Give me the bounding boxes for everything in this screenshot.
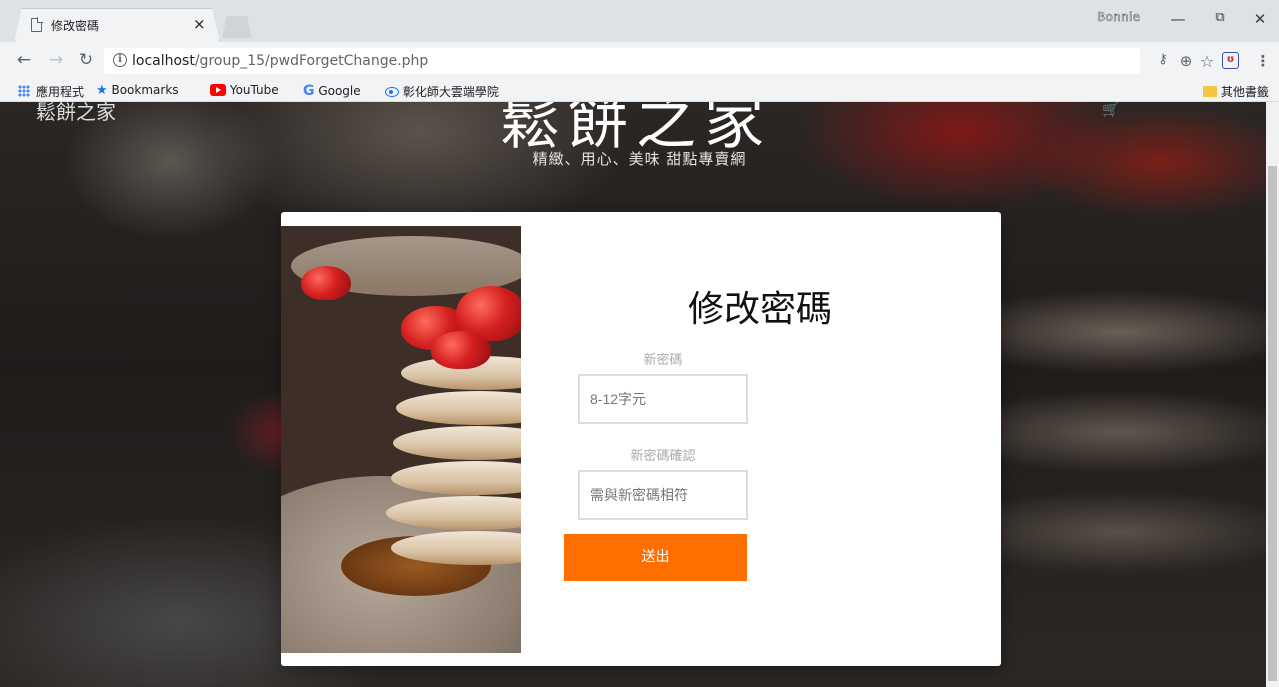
confirm-password-label: 新密碼確認 [630, 449, 696, 464]
bookmarks-bar: 應用程式 ★ Bookmarks YouTube G Google 彰化師大雲端… [0, 80, 1279, 102]
star-icon[interactable]: ☆ [1196, 52, 1218, 71]
bookmark-ncue[interactable]: 彰化師大雲端學院 [385, 83, 499, 100]
browser-tab[interactable]: 修改密碼 × [14, 8, 220, 42]
forward-icon[interactable]: → [46, 50, 66, 70]
key-icon[interactable]: ⚷ [1152, 52, 1174, 67]
zoom-icon[interactable]: ⊕ [1175, 52, 1197, 70]
back-icon[interactable]: ← [14, 50, 34, 70]
profile-name[interactable]: Bonnie [1097, 10, 1141, 25]
new-tab-button[interactable] [222, 16, 252, 38]
bookmark-label: 其他書籤 [1220, 85, 1269, 99]
document-icon [31, 17, 43, 32]
tab-strip: 修改密碼 × Bonnie — ⧉ ✕ [0, 0, 1279, 42]
restore-icon[interactable]: ⧉ [1210, 10, 1230, 25]
folder-icon [1203, 86, 1217, 97]
form-title: 修改密碼 [688, 289, 833, 330]
bookmark-apps[interactable]: 應用程式 [36, 83, 84, 100]
bookmark-label: YouTube [229, 83, 279, 97]
change-password-card: 修改密碼 新密碼 新密碼確認 送出 [281, 212, 1001, 666]
scrollbar-thumb[interactable] [1268, 166, 1277, 681]
eye-icon [385, 87, 399, 97]
address-bar[interactable]: i localhost/group_15/pwdForgetChange.php [104, 48, 1140, 74]
new-password-input[interactable] [578, 374, 748, 424]
bookmark-label: 彰化師大雲端學院 [402, 85, 499, 99]
reload-icon[interactable]: ↻ [76, 50, 96, 70]
browser-toolbar: ← → ↻ i localhost/group_15/pwdForgetChan… [0, 42, 1279, 80]
page-scrollbar[interactable] [1266, 102, 1279, 687]
site-logo[interactable]: 鬆餅之家 [36, 102, 116, 125]
photo-pancake [393, 426, 521, 460]
pancake-photo [281, 226, 521, 653]
minimize-icon[interactable]: — [1168, 10, 1188, 28]
hero-subtitle: 精緻、用心、美味 甜點專賣網 [532, 150, 747, 168]
photo-berry [431, 331, 491, 369]
url-text[interactable]: localhost/group_15/pwdForgetChange.php [132, 53, 428, 69]
bookmark-label: Google [318, 84, 361, 98]
info-icon[interactable]: i [113, 53, 127, 67]
submit-button[interactable]: 送出 [564, 534, 747, 581]
extension-icon[interactable]: ʊ [1222, 52, 1239, 69]
cart-icon[interactable]: 🛒 [1102, 102, 1119, 118]
bookmark-google[interactable]: G Google [303, 83, 361, 99]
close-window-icon[interactable]: ✕ [1250, 10, 1270, 28]
tab-title: 修改密碼 [51, 19, 100, 33]
url-host: localhost [132, 53, 195, 69]
new-password-label: 新密碼 [643, 353, 683, 368]
bookmark-youtube[interactable]: YouTube [210, 83, 279, 97]
photo-berry [301, 266, 351, 300]
bookmark-label: Bookmarks [111, 83, 179, 97]
tab-close-icon[interactable]: × [193, 15, 206, 33]
confirm-password-input[interactable] [578, 470, 748, 520]
url-path: /group_15/pwdForgetChange.php [194, 53, 429, 69]
bookmark-bookmarks[interactable]: ★ Bookmarks [96, 83, 179, 98]
youtube-icon [210, 84, 226, 96]
page-viewport: 鬆餅之家 鬆餅之家 精緻、用心、美味 甜點專賣網 🛒 修改密碼 新密碼 新密碼確… [0, 102, 1279, 687]
bookmark-other[interactable]: 其他書籤 [1203, 83, 1269, 100]
google-icon: G [303, 83, 315, 99]
bookmark-star-icon: ★ [96, 83, 108, 98]
apps-icon[interactable] [18, 85, 30, 97]
menu-icon[interactable]: ⋮ [1252, 52, 1274, 70]
photo-pancake [396, 391, 521, 425]
